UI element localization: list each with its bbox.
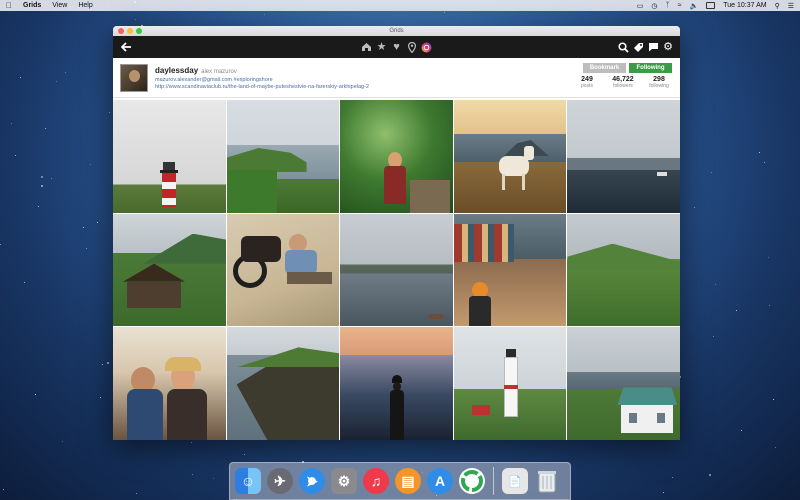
following-button[interactable]: Following: [629, 63, 672, 73]
menu-app-name[interactable]: Grids: [23, 2, 41, 9]
stat-following[interactable]: 298 following: [645, 76, 673, 89]
close-window-button[interactable]: [118, 28, 124, 34]
message-icon[interactable]: [647, 41, 659, 53]
photo-sunset-silhouette[interactable]: [340, 327, 453, 440]
stat-posts[interactable]: 249 posts: [573, 76, 601, 89]
photo-foggy-boat[interactable]: [567, 100, 680, 213]
instagram-icon[interactable]: [421, 41, 433, 53]
photo-sea-cliff[interactable]: [226, 327, 340, 440]
battery-icon[interactable]: [706, 2, 716, 9]
stat-followers-value: 46,722: [612, 76, 634, 83]
location-pin-icon[interactable]: [406, 41, 418, 53]
photo-greenhouse-girl[interactable]: [340, 100, 453, 213]
photo-lighthouse-red[interactable]: [113, 100, 226, 213]
window-title: Grids: [389, 28, 404, 34]
home-icon[interactable]: [361, 41, 373, 53]
gear-icon[interactable]: ⚙: [662, 41, 674, 53]
stat-followers[interactable]: 46,722 followers: [609, 76, 637, 89]
profile-buttons: Bookmark Following: [583, 63, 672, 73]
dock-separator: [493, 467, 494, 495]
photo-green-hills[interactable]: [567, 213, 680, 327]
airplay-icon[interactable]: ▭: [637, 2, 644, 10]
star-icon[interactable]: ★: [376, 41, 388, 53]
back-arrow-icon[interactable]: [119, 41, 133, 53]
minimize-window-button[interactable]: [127, 28, 133, 34]
photo-grid: [113, 100, 680, 440]
profile-stats: 249 posts 46,722 followers 298 following: [573, 76, 673, 89]
dock: ☺ ✈ ➤ ⚙ ♫ ▤ A 📄: [229, 462, 571, 500]
profile-header: daylessday alex mazurov mazurov.alexander…: [113, 58, 680, 98]
notification-center-icon[interactable]: ☰: [788, 2, 794, 10]
spotlight-icon[interactable]: ⚲: [775, 2, 780, 10]
profile-username[interactable]: daylessday: [155, 66, 198, 75]
stat-posts-value: 249: [581, 76, 593, 83]
bluetooth-icon[interactable]: ᛉ: [665, 2, 669, 9]
window-controls: [118, 28, 142, 34]
time-machine-icon[interactable]: ◷: [651, 2, 657, 10]
photo-white-horse[interactable]: [453, 100, 567, 213]
launchpad-icon[interactable]: ✈: [267, 468, 293, 494]
heart-icon[interactable]: ♥: [391, 41, 403, 53]
stat-followers-label: followers: [613, 83, 633, 89]
toolbar: ★ ♥ ⚙: [113, 36, 680, 58]
stat-posts-label: posts: [581, 83, 593, 89]
profile-bio: mazurov.alexander@gmail.com #exploringsh…: [155, 77, 369, 91]
apple-icon[interactable]: : [6, 1, 13, 10]
search-icon[interactable]: [617, 41, 629, 53]
photo-town-girl[interactable]: [453, 213, 567, 327]
music-icon[interactable]: ♫: [363, 468, 389, 494]
app-window: Grids ★ ♥ ⚙ daylessday alex mazurov mazu…: [113, 26, 680, 440]
menu-clock[interactable]: Tue 10:37 AM: [723, 2, 766, 9]
title-bar[interactable]: Grids: [113, 26, 680, 36]
safari-icon[interactable]: ➤: [299, 468, 325, 494]
photo-motorcycle-man[interactable]: [226, 213, 340, 327]
app-store-icon[interactable]: A: [427, 468, 453, 494]
tag-icon[interactable]: [632, 41, 644, 53]
system-preferences-icon[interactable]: ⚙: [331, 468, 357, 494]
stat-following-label: following: [649, 83, 669, 89]
menu-extras: ▭ ◷ ᛉ ≈ 🔈 Tue 10:37 AM ⚲ ☰: [637, 2, 794, 10]
books-icon[interactable]: ▤: [395, 468, 421, 494]
avatar[interactable]: [120, 64, 148, 92]
finder-icon[interactable]: ☺: [235, 468, 261, 494]
profile-name-line: daylessday alex mazurov: [155, 66, 237, 75]
profile-real-name: alex mazurov: [201, 69, 237, 75]
documents-icon[interactable]: 📄: [502, 468, 528, 494]
profile-bio-link[interactable]: http://www.scandinaviaclub.ru/the-land-o…: [155, 84, 369, 91]
stat-following-value: 298: [653, 76, 665, 83]
photo-green-cliffs[interactable]: [226, 100, 340, 213]
menu-help[interactable]: Help: [78, 2, 92, 9]
zoom-window-button[interactable]: [136, 28, 142, 34]
grids-icon[interactable]: [459, 468, 485, 494]
photo-lake-shore[interactable]: [340, 213, 453, 327]
toolbar-actions: ⚙: [617, 41, 674, 53]
bookmark-button[interactable]: Bookmark: [583, 63, 626, 73]
photo-lighthouse-white[interactable]: [453, 327, 567, 440]
trash-icon[interactable]: [534, 468, 560, 494]
wifi-icon[interactable]: ≈: [678, 2, 682, 9]
photo-friends-laughing[interactable]: [113, 327, 226, 440]
volume-icon[interactable]: 🔈: [690, 2, 699, 10]
photo-green-roof-house[interactable]: [567, 327, 680, 440]
menu-bar:  Grids View Help ▭ ◷ ᛉ ≈ 🔈 Tue 10:37 AM…: [0, 0, 800, 11]
photo-stone-hut[interactable]: [113, 213, 226, 327]
toolbar-nav: ★ ♥: [361, 41, 433, 53]
menu-view[interactable]: View: [52, 2, 67, 9]
profile-bio-line1[interactable]: mazurov.alexander@gmail.com #exploringsh…: [155, 77, 369, 84]
